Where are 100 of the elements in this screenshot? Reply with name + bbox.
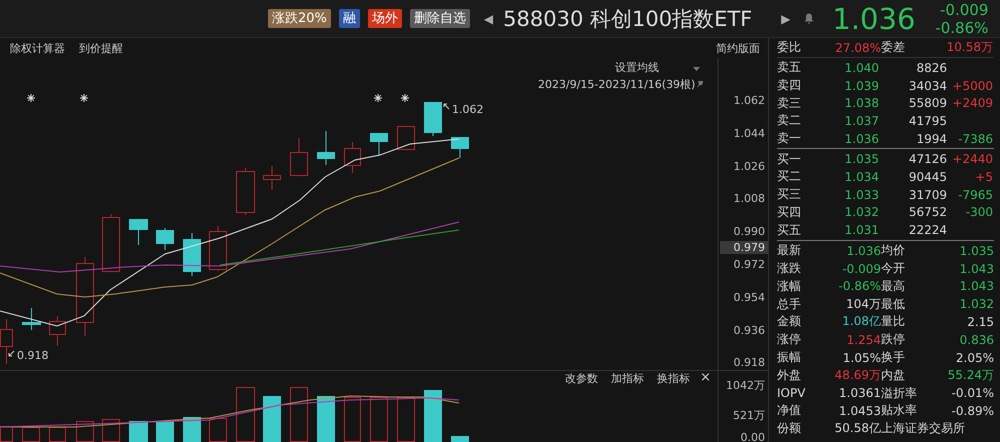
stat-label: 溢折率 [881, 384, 918, 402]
tag-badge[interactable]: 删除自选 [410, 9, 470, 28]
stat-label: 振幅 [777, 349, 802, 366]
volume-bar [183, 417, 201, 442]
current-price-tag: 0.979 [720, 241, 768, 254]
stat-value: 48.69万 [834, 366, 881, 384]
axis-label: 1.026 [734, 160, 765, 173]
volume-bar [22, 427, 40, 442]
stat-label: 金额 [777, 313, 802, 330]
volume-bar [317, 396, 335, 442]
stat-value: 2.05% [954, 350, 994, 365]
volume-change: +5 [974, 170, 993, 184]
volume-change: -300 [964, 205, 993, 220]
stat-label: 换手 [881, 349, 906, 366]
tag-badge[interactable]: 融 [338, 9, 360, 28]
toolbar-link[interactable]: 除权计算器 [10, 40, 65, 56]
volume-change: +2409 [951, 96, 993, 110]
axis-label: 1.044 [734, 126, 765, 140]
low-price-label: 0.918 [17, 349, 48, 362]
price-change: -0.009 [940, 0, 988, 18]
ma-setting-link[interactable]: 设置均线 [615, 61, 659, 74]
bell-icon[interactable] [804, 13, 814, 24]
volume-bar [76, 421, 94, 442]
next-button[interactable]: ▶ [781, 12, 790, 26]
toolbar-link[interactable]: 到价提醒 [79, 40, 123, 56]
stat-label: 净值 [777, 402, 802, 420]
candlestick [397, 126, 415, 150]
tag-badge[interactable]: 涨跌20% [268, 9, 331, 28]
quote-price: 1.036 [844, 132, 879, 146]
last-price: 1.036 [832, 2, 916, 36]
stat-label: 最低 [881, 296, 906, 313]
stat-label: 跌停 [881, 331, 906, 348]
quote-price: 1.031 [844, 223, 879, 238]
stat-label: 份额 [777, 420, 802, 438]
stat-value: 1.0453 [838, 404, 881, 418]
stat-value: 1.254 [846, 332, 881, 347]
quote-volume: 55809 [908, 96, 947, 110]
date-range: 2023/9/15-2023/11/16(39根) [538, 78, 696, 91]
volume-change: -7386 [957, 132, 993, 146]
stat-value: -0.89% [950, 404, 994, 418]
stat-label: 量比 [881, 313, 906, 330]
row-label: 买三 [777, 186, 802, 204]
row-label: 卖三 [777, 94, 802, 112]
candlestick [22, 308, 41, 330]
stat-label: 均价 [881, 242, 906, 260]
indicator-link[interactable]: 改参数 [565, 372, 598, 385]
star-marker-icon [400, 94, 410, 102]
quote-volume: 47126 [908, 152, 947, 166]
volume-bar [370, 397, 388, 442]
previous-button[interactable]: ◀ [484, 12, 494, 26]
stat-label: 最高 [881, 278, 906, 295]
axis-label: 0.918 [734, 356, 765, 370]
arrow-icon [444, 104, 450, 110]
stat-label: 总手 [777, 296, 802, 313]
stat-label: 最新 [777, 242, 802, 260]
row-label: 买一 [777, 150, 802, 168]
arrow-icon [8, 350, 14, 356]
candlestick [317, 130, 335, 166]
indicator-link[interactable]: 换指标 [657, 372, 690, 385]
stat-value: 1.035 [958, 244, 994, 258]
volume-bar [209, 418, 227, 442]
quote-volume: 34034 [908, 78, 947, 93]
axis-label: 1042万 [726, 379, 765, 392]
indicator-link[interactable]: 加指标 [611, 372, 644, 385]
stat-value: -0.86% [838, 279, 881, 294]
stat-value: 1.043 [958, 279, 994, 294]
row-label: 委比 [777, 39, 802, 56]
volume-change: +5000 [951, 78, 993, 93]
row-label: 买二 [777, 168, 802, 186]
volume-bar [129, 421, 148, 442]
stat-value: 0.836 [958, 332, 994, 347]
tag-badge[interactable]: 场外 [368, 9, 402, 28]
stat-value: 1.036 [846, 244, 881, 258]
axis-label: 0.990 [734, 225, 765, 238]
axis-label: 1.008 [734, 192, 765, 206]
axis-label: 0.972 [734, 258, 765, 271]
stat-label: 贴水率 [881, 402, 918, 420]
row-label: 买四 [777, 204, 802, 221]
candlestick [370, 132, 388, 156]
candlestick [424, 102, 442, 136]
candlestick [129, 218, 148, 246]
volume-bar [344, 397, 361, 442]
candlestick [344, 142, 361, 174]
star-marker-icon [80, 94, 88, 102]
stat-label: 内盘 [881, 366, 906, 384]
quote-price: 1.034 [844, 170, 879, 184]
percent-change: -0.86% [935, 18, 988, 36]
candlestick [236, 168, 255, 216]
stat-value: -0.01% [950, 386, 994, 400]
quote-price: 1.040 [844, 60, 879, 75]
quote-volume: 8826 [915, 60, 947, 75]
quote-price: 1.032 [844, 205, 879, 220]
close-button[interactable]: × [700, 371, 711, 384]
stat-label: 涨幅 [777, 278, 802, 295]
candlestick [183, 232, 201, 276]
high-price-label: 1.062 [452, 103, 484, 116]
stat-value: 1.032 [958, 297, 994, 312]
layout-button[interactable]: 简约版面 [716, 40, 760, 56]
stat-label: 涨停 [777, 331, 802, 348]
quote-price: 1.039 [844, 78, 879, 93]
